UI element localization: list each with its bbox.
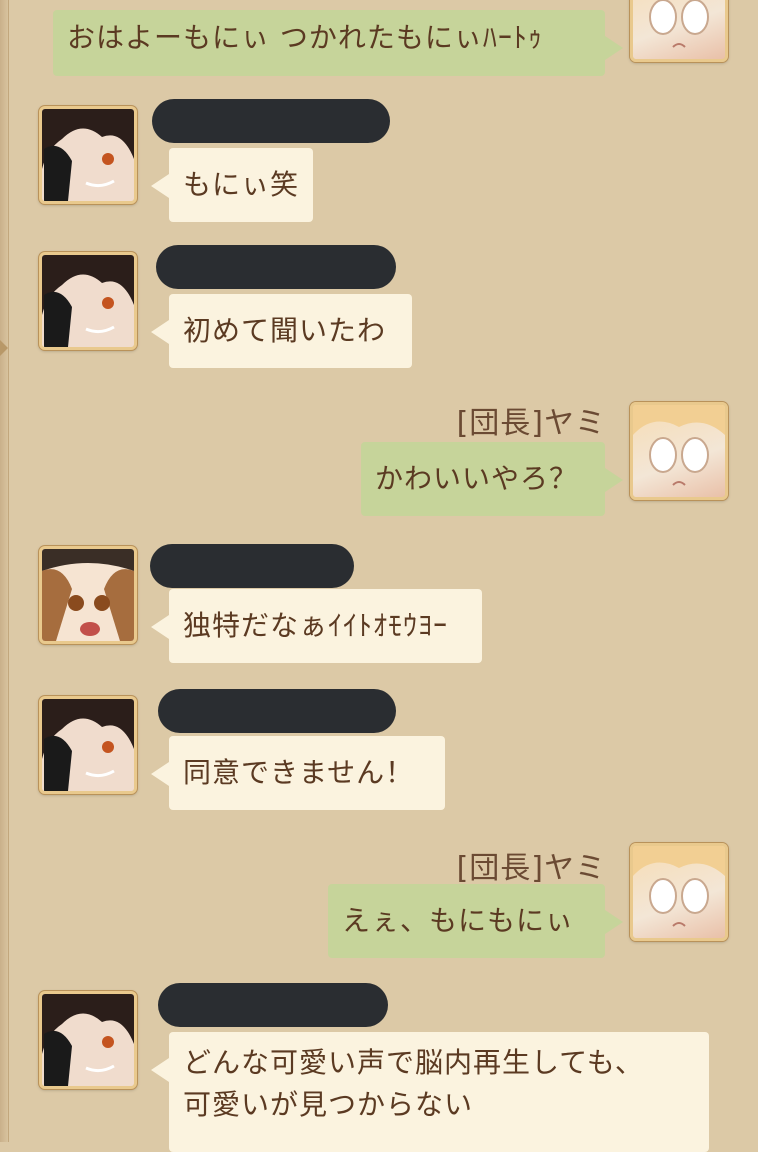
message-bubble[interactable]: えぇ、もにもにぃ [328,884,623,958]
avatar-yami[interactable] [630,0,728,62]
rail-notch [0,340,8,356]
cap-girl-face-icon [42,549,134,641]
sender-name-redacted [156,245,396,289]
message-line: どんな可愛い声で脳内再生しても、 [183,1046,644,1079]
avatar-yami[interactable] [630,843,728,941]
message-line: 可愛いが見つからない [183,1088,474,1121]
avatar-cap-girl[interactable] [39,546,137,644]
chibi-face-icon [649,0,709,48]
message-bubble[interactable]: もにぃ笑 [151,148,313,222]
sender-name: [団長]ヤミ [456,406,606,441]
message-bubble[interactable]: 同意できません！ [151,736,445,810]
chibi-face-icon [633,846,725,927]
avatar-dark-hair[interactable] [39,696,137,794]
avatar-yami[interactable] [630,402,728,500]
dark-hair-face-icon [42,109,134,201]
dark-hair-face-icon [42,994,134,1086]
message-bubble[interactable]: かわいいやろ？ [361,442,623,516]
dark-hair-face-icon [42,255,134,347]
sender-name-redacted [158,689,396,733]
dark-hair-face-icon [42,699,134,791]
avatar-dark-hair[interactable] [39,106,137,204]
message-bubble[interactable]: おはよーもにぃ つかれたもにぃﾊｰﾄｩ [53,10,623,76]
sender-name: [団長]ヤミ [456,851,606,886]
chibi-face-icon [633,405,725,486]
sender-name-redacted [150,544,354,588]
avatar-dark-hair[interactable] [39,252,137,350]
message-bubble[interactable]: どんな可愛い声で脳内再生しても、 可愛いが見つからない [151,1032,709,1152]
left-rail [0,0,9,1142]
sender-name-redacted [152,99,390,143]
avatar-dark-hair[interactable] [39,991,137,1089]
message-bubble[interactable]: 初めて聞いたわ [151,294,412,368]
sender-name-redacted [158,983,388,1027]
message-bubble[interactable]: 独特だなぁｲｲﾄｵﾓｳﾖｰ [151,589,482,663]
